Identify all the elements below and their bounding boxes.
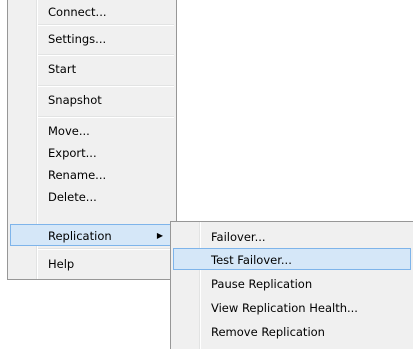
menu-item-label: Test Failover... [211, 253, 292, 267]
menu-item-help[interactable]: Help [10, 252, 174, 274]
submenu-item-remove-replication[interactable]: Remove Replication [173, 320, 411, 342]
menu-item-label: Failover... [211, 230, 266, 244]
menu-item-label: Move... [48, 124, 90, 138]
menu-item-connect[interactable]: Connect... [10, 0, 174, 22]
menu-item-label: Settings... [48, 32, 107, 46]
menu-item-snapshot[interactable]: Snapshot [10, 88, 174, 110]
menu-item-export[interactable]: Export... [10, 141, 174, 163]
menu-item-label: View Replication Health... [211, 301, 358, 315]
submenu-item-view-replication-health[interactable]: View Replication Health... [173, 296, 411, 318]
menu-item-label: Snapshot [48, 93, 102, 107]
menu-separator [38, 248, 174, 250]
menu-item-label: Help [48, 257, 75, 271]
menu-separator [38, 116, 174, 118]
submenu-arrow-icon: ▶ [156, 231, 163, 240]
menu-item-replication[interactable]: Replication ▶ [10, 224, 174, 246]
menu-item-label: Remove Replication [211, 325, 325, 339]
menu-separator [38, 24, 174, 26]
menu-item-label: Export... [48, 146, 97, 160]
menu-item-label: Replication [48, 229, 112, 243]
menu-item-delete[interactable]: Delete... [10, 185, 174, 207]
menu-item-label: Connect... [48, 5, 107, 19]
menu-item-label: Delete... [48, 190, 97, 204]
menu-item-label: Start [48, 62, 77, 76]
menu-item-start[interactable]: Start [10, 57, 174, 79]
submenu-item-pause-replication[interactable]: Pause Replication [173, 272, 411, 294]
menu-separator [38, 54, 174, 56]
replication-submenu: Failover... Test Failover... Pause Repli… [170, 221, 413, 349]
menu-item-move[interactable]: Move... [10, 119, 174, 141]
menu-item-label: Rename... [48, 168, 107, 182]
submenu-item-failover[interactable]: Failover... [173, 225, 411, 247]
menu-item-label: Pause Replication [211, 277, 313, 291]
menu-item-rename[interactable]: Rename... [10, 163, 174, 185]
context-menu: Connect... Settings... Start Snapshot Mo… [7, 0, 177, 280]
menu-item-settings[interactable]: Settings... [10, 27, 174, 49]
menu-separator [38, 85, 174, 87]
submenu-item-test-failover[interactable]: Test Failover... [173, 248, 411, 270]
